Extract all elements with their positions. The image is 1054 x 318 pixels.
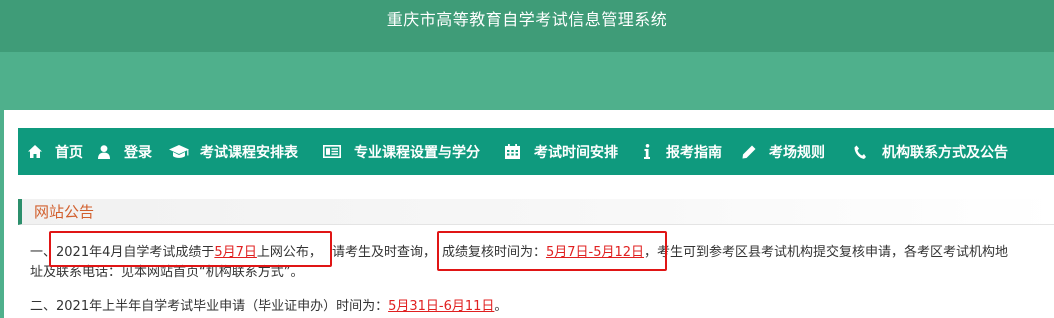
notice-heading: 网站公告 [18,199,1054,225]
notice-item-1: 一、2021年4月自学考试成绩于5月7日上网公布， 请考生及时查询， 成绩复核时间为… [30,245,1009,260]
notice-1-part-a: 2021年4月自学考试成绩于 [56,245,215,260]
phone-icon [854,145,866,159]
main-nav: 首页 登录 考试课程安排表 专业课程设置与学分 考试时间安排 报考指南 考场规则… [18,128,1054,175]
review-period-link[interactable]: 5月7日-5月12日 [546,245,644,260]
user-icon [98,144,110,159]
graduation-cap-icon [169,144,189,159]
nav-label-course-schedule: 考试课程安排表 [200,144,298,161]
nav-item-login[interactable]: 登录 [98,128,152,175]
home-icon [28,145,42,158]
nav-item-contacts[interactable]: 机构联系方式及公告 [854,128,1008,175]
nav-item-guide[interactable]: 报考指南 [643,128,722,175]
notice-item-1-line2: 址及联系电话：见本网站首页“机构联系方式”。 [30,265,304,280]
nav-item-exam-time[interactable]: 考试时间安排 [505,128,618,175]
list-card-icon [323,145,341,158]
release-date-link[interactable]: 5月7日 [214,245,257,260]
nav-label-contacts: 机构联系方式及公告 [882,144,1008,161]
graduation-period-link[interactable]: 5月31日-6月11日 [388,299,494,314]
nav-item-home[interactable]: 首页 [28,128,83,175]
nav-label-major-courses: 专业课程设置与学分 [354,144,480,161]
info-icon [643,144,651,159]
nav-item-exam-rules[interactable]: 考场规则 [742,128,825,175]
nav-item-major-courses[interactable]: 专业课程设置与学分 [323,128,480,175]
nav-item-course-schedule[interactable]: 考试课程安排表 [169,128,298,175]
nav-label-guide: 报考指南 [666,144,722,161]
nav-label-login: 登录 [124,144,152,161]
pencil-icon [742,145,756,159]
nav-label-exam-rules: 考场规则 [769,144,825,161]
site-title: 重庆市高等教育自学考试信息管理系统 [386,10,668,29]
notice-item-2: 二、2021年上半年自学考试毕业申请（毕业证申办）时间为：5月31日-6月11日… [30,299,508,314]
nav-label-home: 首页 [55,144,83,161]
calendar-icon [505,144,520,159]
banner-band [0,52,1054,110]
nav-label-exam-time: 考试时间安排 [534,144,618,161]
